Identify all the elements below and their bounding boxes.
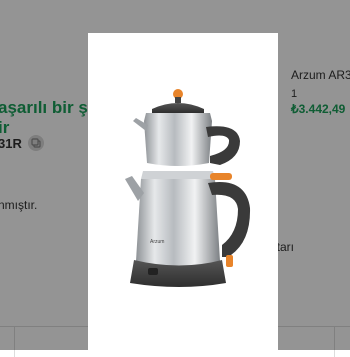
product-image: Arzum [125,89,251,287]
svg-text:Arzum: Arzum [150,239,164,245]
product-image-modal: Arzum [88,33,278,350]
